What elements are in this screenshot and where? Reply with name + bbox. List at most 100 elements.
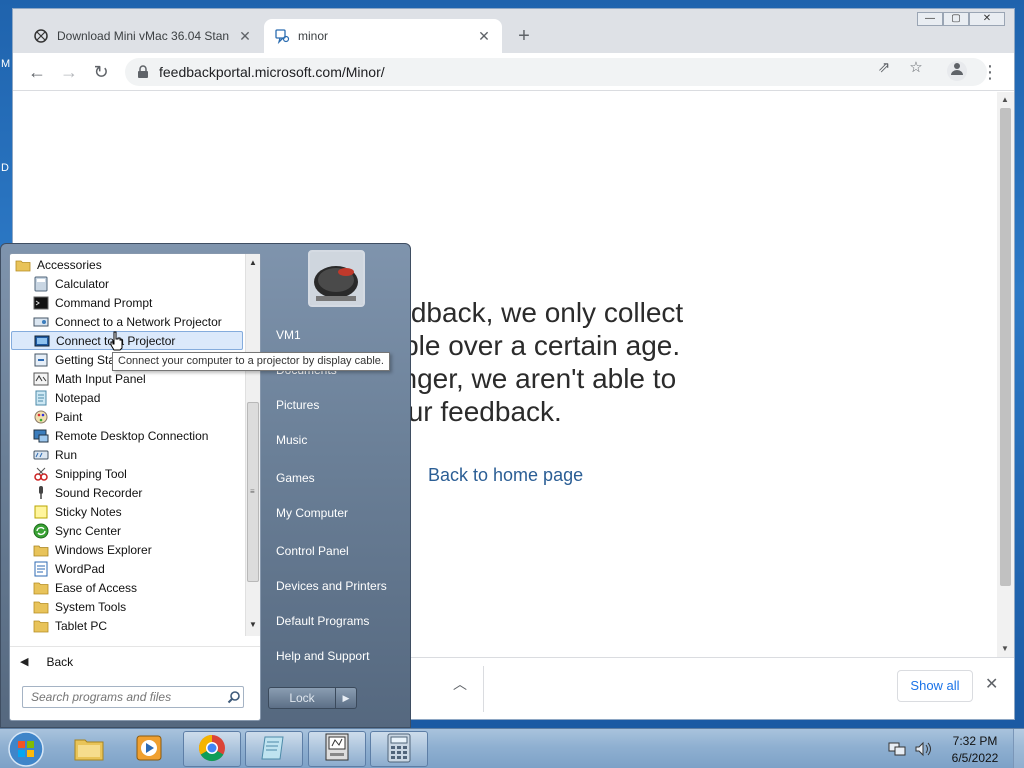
share-icon[interactable]: ⇗ bbox=[875, 59, 893, 77]
sync-center-icon bbox=[33, 523, 49, 539]
list-item-label: Remote Desktop Connection bbox=[55, 428, 209, 443]
list-item-run[interactable]: Run bbox=[11, 445, 243, 464]
minimize-button[interactable]: — bbox=[917, 12, 943, 26]
list-item-math-input-panel[interactable]: Math Input Panel bbox=[11, 369, 243, 388]
user-picture[interactable] bbox=[308, 250, 365, 307]
search-icon[interactable] bbox=[225, 688, 243, 706]
list-item-ease-of-access[interactable]: Ease of Access bbox=[11, 578, 243, 597]
start-right-item-default-programs[interactable]: Default Programs bbox=[276, 610, 406, 632]
search-input[interactable] bbox=[23, 690, 225, 704]
more-options-icon[interactable]: ⋮ bbox=[981, 60, 999, 84]
tab-minor[interactable]: minor ✕ bbox=[264, 19, 502, 53]
list-item-wordpad[interactable]: WordPad bbox=[11, 559, 243, 578]
close-icon[interactable]: ✕ bbox=[237, 28, 253, 44]
forward-arrow-icon[interactable]: → bbox=[57, 60, 81, 84]
reload-icon[interactable]: ↻ bbox=[89, 60, 113, 84]
list-item-accessories[interactable]: Accessories bbox=[11, 255, 243, 274]
projector-icon bbox=[34, 333, 50, 349]
folder-icon bbox=[33, 599, 49, 615]
close-icon[interactable]: ✕ bbox=[985, 674, 998, 694]
scroll-down-icon[interactable]: ▼ bbox=[1001, 644, 1009, 653]
taskbar-mini-vmac[interactable] bbox=[308, 731, 366, 767]
snipping-tool-icon bbox=[33, 466, 49, 482]
math-input-icon bbox=[33, 371, 49, 387]
list-item-sync-center[interactable]: Sync Center bbox=[11, 521, 243, 540]
scroll-thumb[interactable]: ≡ bbox=[247, 402, 259, 582]
chrome-icon bbox=[197, 733, 227, 766]
scroll-down-icon[interactable]: ▼ bbox=[249, 620, 257, 629]
tab-strip: Download Mini vMac 36.04 Stan ✕ minor ✕ … bbox=[13, 9, 1014, 53]
start-right-item-music[interactable]: Music bbox=[276, 429, 406, 451]
list-item-snipping-tool[interactable]: Snipping Tool bbox=[11, 464, 243, 483]
close-icon[interactable]: ✕ bbox=[476, 28, 492, 44]
search-box[interactable] bbox=[22, 686, 244, 708]
getting-started-icon bbox=[33, 352, 49, 368]
lock-icon[interactable] bbox=[137, 65, 149, 79]
taskbar-windows-explorer[interactable] bbox=[60, 731, 118, 767]
scroll-thumb[interactable] bbox=[1000, 108, 1011, 586]
list-item-label: Run bbox=[55, 447, 78, 462]
start-right-item-vm1[interactable]: VM1 bbox=[276, 324, 406, 346]
start-right-item-games[interactable]: Games bbox=[276, 467, 406, 489]
maximize-button[interactable]: ▢ bbox=[943, 12, 969, 26]
programs-scrollbar[interactable]: ▲ ≡ ▼ bbox=[245, 254, 260, 636]
list-item-label: Tablet PC bbox=[55, 618, 108, 633]
taskbar-chrome[interactable] bbox=[183, 731, 241, 767]
close-window-button[interactable]: ✕ bbox=[969, 12, 1005, 26]
taskbar-media-player[interactable] bbox=[120, 731, 178, 767]
list-item-system-tools[interactable]: System Tools bbox=[11, 597, 243, 616]
network-icon[interactable] bbox=[888, 741, 906, 760]
folder-open-icon bbox=[15, 257, 31, 273]
folder-icon bbox=[33, 580, 49, 596]
list-item-sound-recorder[interactable]: Sound Recorder bbox=[11, 483, 243, 502]
start-button[interactable] bbox=[6, 730, 46, 768]
start-right-item-control-panel[interactable]: Control Panel bbox=[276, 540, 406, 562]
list-item-calculator[interactable]: Calculator bbox=[11, 274, 243, 293]
url-text: feedbackportal.microsoft.com/Minor/ bbox=[159, 64, 385, 80]
list-item-label: Notepad bbox=[55, 390, 101, 405]
back-button[interactable]: ◀ Back bbox=[10, 646, 260, 676]
scroll-up-icon[interactable]: ▲ bbox=[1001, 95, 1009, 104]
divider bbox=[483, 666, 484, 712]
list-item-notepad[interactable]: Notepad bbox=[11, 388, 243, 407]
list-item-windows-explorer[interactable]: Windows Explorer bbox=[11, 540, 243, 559]
programs-pane: Accessories Calculator Command Prompt Conn… bbox=[9, 253, 261, 721]
list-item-connect-to-a-projector[interactable]: Connect to a Projector bbox=[11, 331, 243, 350]
lock-button[interactable]: Lock bbox=[268, 687, 336, 709]
list-item-connect-to-a-network-projector[interactable]: Connect to a Network Projector bbox=[11, 312, 243, 331]
taskbar-notepad[interactable] bbox=[245, 731, 303, 767]
new-tab-button[interactable]: + bbox=[513, 25, 535, 47]
wordpad-icon bbox=[33, 561, 49, 577]
show-all-button[interactable]: Show all bbox=[897, 670, 973, 702]
command-prompt-icon bbox=[33, 295, 49, 311]
list-item-sticky-notes[interactable]: Sticky Notes bbox=[11, 502, 243, 521]
start-right-item-pictures[interactable]: Pictures bbox=[276, 394, 406, 416]
page-scrollbar[interactable]: ▲ ▼ bbox=[997, 92, 1014, 657]
shutdown-options-arrow-icon[interactable]: ▶ bbox=[336, 687, 357, 709]
chevron-up-icon[interactable]: ︿ bbox=[453, 674, 467, 694]
address-bar[interactable]: feedbackportal.microsoft.com/Minor/ bbox=[125, 58, 987, 86]
clock-time[interactable]: 7:32 PM bbox=[940, 734, 1010, 748]
list-item-label: Accessories bbox=[37, 257, 102, 272]
list-item-tablet-pc[interactable]: Tablet PC bbox=[11, 616, 243, 635]
list-item-remote-desktop-connection[interactable]: Remote Desktop Connection bbox=[11, 426, 243, 445]
show-desktop-button[interactable] bbox=[1013, 729, 1024, 768]
bookmark-star-icon[interactable]: ☆ bbox=[907, 59, 925, 77]
profile-avatar-icon[interactable] bbox=[947, 61, 967, 81]
list-item-label: Snipping Tool bbox=[55, 466, 127, 481]
clock-date[interactable]: 6/5/2022 bbox=[940, 751, 1010, 765]
back-arrow-icon[interactable]: ← bbox=[25, 60, 49, 84]
list-item-paint[interactable]: Paint bbox=[11, 407, 243, 426]
start-right-item-devices-and-printers[interactable]: Devices and Printers bbox=[276, 575, 406, 597]
taskbar-calculator[interactable] bbox=[370, 731, 428, 767]
notepad-icon bbox=[33, 390, 49, 406]
back-label: Back bbox=[46, 654, 74, 669]
list-item-label: Connect to a Network Projector bbox=[55, 314, 222, 329]
volume-icon[interactable] bbox=[914, 741, 932, 760]
tab-mini-vmac[interactable]: Download Mini vMac 36.04 Stan ✕ bbox=[23, 19, 263, 53]
back-to-home-link[interactable]: Back to home page bbox=[428, 465, 583, 486]
start-right-item-my-computer[interactable]: My Computer bbox=[276, 502, 406, 524]
list-item-command-prompt[interactable]: Command Prompt bbox=[11, 293, 243, 312]
scroll-up-icon[interactable]: ▲ bbox=[249, 258, 257, 267]
start-right-item-help-and-support[interactable]: Help and Support bbox=[276, 645, 406, 667]
